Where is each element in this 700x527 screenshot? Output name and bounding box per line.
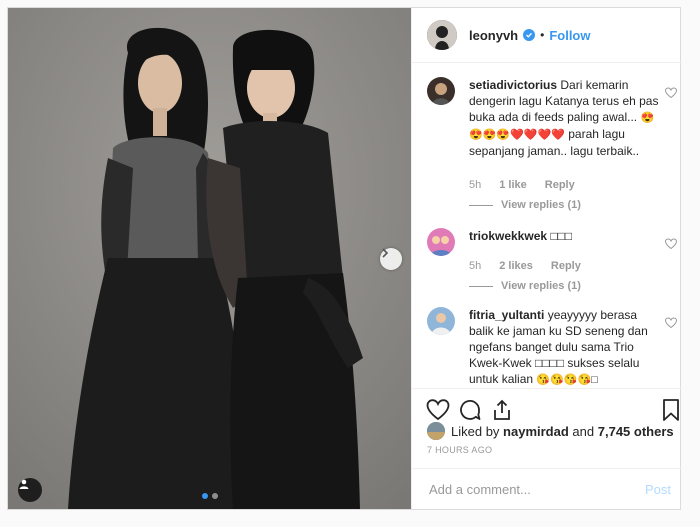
comment-avatar[interactable]	[427, 307, 455, 335]
liker-username[interactable]: naymirdad	[503, 424, 569, 439]
photo-illustration	[8, 8, 411, 509]
comment-meta: 5h 2 likes Reply	[469, 260, 599, 272]
bookmark-icon[interactable]	[659, 398, 683, 422]
comment-likes[interactable]: 2 likes	[499, 260, 533, 272]
comment-time: 5h	[469, 260, 482, 272]
post-frame: leonyvh • Follow setiadivictorius Dari k…	[7, 7, 682, 510]
comment-input[interactable]	[427, 481, 641, 498]
comment-username[interactable]: triokwekkwek	[469, 229, 547, 243]
user-tag-icon	[19, 479, 29, 489]
comment-avatar[interactable]	[427, 77, 455, 105]
likes-count[interactable]: 7,745 others	[598, 424, 674, 439]
comment-username[interactable]: setiadivictorius	[469, 78, 557, 92]
view-replies-label: View replies (1)	[501, 199, 581, 211]
heart-icon[interactable]	[665, 317, 677, 329]
replies-divider	[469, 285, 493, 287]
avatar-image	[427, 20, 457, 50]
user-tag-button[interactable]	[18, 478, 42, 502]
likes-conj: and	[572, 423, 595, 439]
follow-button[interactable]: Follow	[549, 28, 590, 43]
view-replies[interactable]: View replies (1)	[469, 280, 581, 292]
share-icon[interactable]	[490, 398, 514, 422]
comment-reply-button[interactable]: Reply	[551, 260, 581, 272]
carousel-dot-1	[202, 493, 208, 499]
post-photo[interactable]	[8, 8, 411, 509]
heart-icon[interactable]	[665, 238, 677, 250]
post-comment-button[interactable]: Post	[645, 482, 671, 497]
header-separator: •	[540, 28, 545, 42]
comment-username[interactable]: fitria_yultanti	[469, 308, 544, 322]
add-comment-bar: Post	[412, 468, 682, 510]
chevron-right-icon	[382, 248, 389, 258]
replies-divider	[469, 204, 493, 206]
avatar[interactable]	[427, 20, 457, 50]
likes-prefix: Liked by	[451, 423, 500, 439]
comment-icon[interactable]	[458, 398, 482, 422]
comments-list[interactable]: setiadivictorius Dari kemarin dengerin l…	[412, 63, 682, 388]
comment-text: □□□	[550, 229, 573, 243]
carousel-next-button[interactable]	[380, 248, 402, 270]
comment-body: setiadivictorius Dari kemarin dengerin l…	[469, 77, 664, 159]
likes-summary: Liked by naymirdad and 7,745 others	[427, 422, 674, 440]
comment-meta: 5h 1 like Reply	[469, 179, 593, 191]
comment-emoji: 😘😘😘😘□	[536, 374, 598, 386]
post-header: leonyvh • Follow	[412, 8, 682, 63]
view-replies[interactable]: View replies (1)	[469, 199, 581, 211]
post-username[interactable]: leonyvh	[469, 28, 518, 43]
carousel-dots	[202, 493, 218, 499]
comment-reply-button[interactable]: Reply	[545, 179, 575, 191]
post-timestamp[interactable]: 7 HOURS AGO	[427, 445, 492, 455]
view-replies-label: View replies (1)	[501, 280, 581, 292]
post-sidebar: leonyvh • Follow setiadivictorius Dari k…	[411, 8, 682, 509]
comment-avatar[interactable]	[427, 228, 455, 256]
heart-icon[interactable]	[665, 87, 677, 99]
comment-body: fitria_yultanti yeayyyyy berasa balik ke…	[469, 307, 664, 388]
liker-avatar[interactable]	[427, 422, 445, 440]
verified-icon	[523, 29, 536, 41]
comment-time: 5h	[469, 179, 482, 191]
carousel-dot-2	[212, 493, 218, 499]
comment-likes[interactable]: 1 like	[499, 179, 527, 191]
heart-icon[interactable]	[426, 398, 450, 422]
comment-body: triokwekkwek □□□	[469, 228, 664, 244]
